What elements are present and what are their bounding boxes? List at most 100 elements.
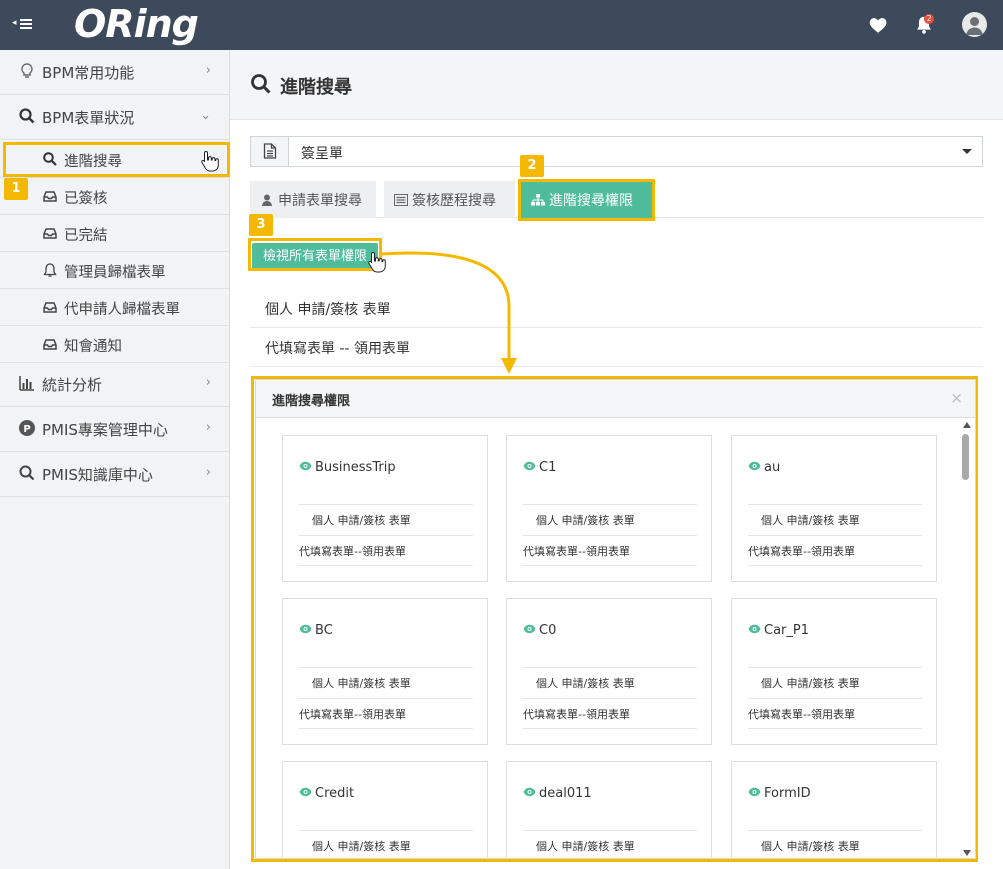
user-icon	[262, 194, 272, 206]
sidebar-subitem-notify[interactable]: 知會通知	[0, 326, 229, 363]
card-name: BusinessTrip	[315, 460, 396, 475]
card-title: deal011	[523, 786, 592, 801]
top-navbar: ◂ ORing 2	[0, 0, 1003, 50]
sidebar-subitem-signed[interactable]: 已簽核	[0, 178, 229, 215]
inbox-icon	[43, 339, 57, 350]
svg-text:P: P	[23, 424, 30, 435]
divider	[748, 728, 922, 729]
close-icon[interactable]: ×	[950, 389, 963, 407]
list-item-label: 個人 申請/簽核 表單	[265, 302, 391, 318]
divider	[523, 728, 697, 729]
card-name: C1	[539, 460, 557, 475]
sidebar-item-bpm-form-status[interactable]: BPM表單狀況 ⌄	[0, 95, 229, 140]
user-avatar-icon[interactable]	[962, 12, 987, 37]
heart-icon[interactable]	[868, 14, 890, 36]
eye-icon	[748, 461, 761, 471]
p-circle-icon: P	[19, 420, 35, 436]
sidebar-item-label: 統計分析	[42, 376, 103, 394]
card-item: 個人 申請/簽核 表單	[536, 840, 635, 853]
card-item: 個人 申請/簽核 表單	[761, 840, 860, 853]
divider	[748, 667, 922, 668]
tab-sign-history-search[interactable]: 簽核歷程搜尋	[384, 181, 515, 218]
card-item: 代填寫表單--領用表單	[748, 708, 855, 721]
card-title: C0	[523, 623, 556, 638]
notification-badge: 2	[924, 14, 934, 24]
sidebar-subitem-label: 已完結	[64, 228, 108, 244]
eye-icon	[748, 787, 761, 797]
card-title: FormID	[748, 786, 811, 801]
sidebar-subitem-proxy-archive[interactable]: 代申請人歸檔表單	[0, 289, 229, 326]
sidebar-item-pmis-knowledge[interactable]: PMIS知識庫中心 ›	[0, 452, 229, 497]
card-item: 個人 申請/簽核 表單	[312, 677, 411, 690]
divider	[748, 698, 922, 699]
lightbulb-icon	[21, 63, 33, 78]
callout-number-1: 1	[4, 178, 28, 200]
inbox-icon	[43, 302, 57, 313]
callout-highlight-3	[248, 238, 382, 271]
scroll-thumb[interactable]	[962, 434, 969, 480]
permission-card: deal011 個人 申請/簽核 表單	[506, 761, 712, 858]
inbox-icon	[43, 228, 57, 239]
divider	[523, 698, 697, 699]
sidebar-item-label: PMIS專案管理中心	[42, 421, 168, 439]
sidebar-item-statistics[interactable]: 統計分析 ›	[0, 362, 229, 407]
eye-icon	[299, 461, 312, 471]
sidebar-item-pmis-project[interactable]: P PMIS專案管理中心 ›	[0, 407, 229, 452]
card-name: FormID	[764, 786, 811, 801]
tab-label: 申請表單搜尋	[278, 193, 362, 209]
sidebar-subitem-admin-archive[interactable]: 管理員歸檔表單	[0, 252, 229, 289]
chevron-right-icon: ›	[205, 375, 211, 390]
permission-card: Credit 個人 申請/簽核 表單	[282, 761, 488, 858]
eye-icon	[748, 624, 761, 634]
permission-card: C1 個人 申請/簽核 表單 代填寫表單--領用表單	[506, 435, 712, 582]
eye-icon	[523, 624, 536, 634]
tab-application-search[interactable]: 申請表單搜尋	[250, 181, 376, 218]
sidebar-item-label: BPM表單狀況	[42, 109, 135, 127]
divider	[523, 830, 697, 831]
sidebar-item-bpm-common[interactable]: BPM常用功能 ›	[0, 50, 229, 95]
list-item: 個人 申請/簽核 表單	[250, 289, 983, 328]
divider	[299, 504, 473, 505]
divider	[299, 535, 473, 536]
card-title: Credit	[299, 786, 354, 801]
card-item: 個人 申請/簽核 表單	[536, 514, 635, 527]
form-type-select[interactable]: 簽呈單	[250, 136, 983, 167]
callout-highlight-2	[518, 179, 655, 221]
card-title: BC	[299, 623, 333, 638]
callout-number-3: 3	[249, 214, 273, 236]
card-name: Credit	[315, 786, 355, 801]
permission-card: BusinessTrip 個人 申請/簽核 表單 代填寫表單--領用表單	[282, 435, 488, 582]
callout-highlight-1	[3, 142, 230, 177]
scroll-down-arrow-icon[interactable]	[963, 850, 971, 856]
eye-icon	[299, 624, 312, 634]
chevron-right-icon: ›	[205, 420, 211, 435]
sidebar-subitem-completed[interactable]: 已完結	[0, 215, 229, 252]
sidebar-toggle-button[interactable]: ◂	[12, 15, 36, 35]
modal-scrollbar[interactable]	[959, 418, 975, 858]
eye-icon	[299, 787, 312, 797]
sidebar-subitem-label: 已簽核	[64, 191, 108, 207]
callout-number-2: 2	[520, 155, 544, 177]
bar-chart-icon	[19, 376, 34, 391]
callout-arrow	[381, 251, 517, 374]
card-title: BusinessTrip	[299, 460, 396, 475]
hamburger-icon	[20, 19, 32, 29]
card-item: 代填寫表單--領用表單	[299, 545, 406, 558]
divider	[748, 830, 922, 831]
divider	[523, 535, 697, 536]
list-icon	[394, 194, 408, 206]
card-item: 代填寫表單--領用表單	[523, 708, 630, 721]
divider	[748, 565, 922, 566]
page-title: 進階搜尋	[280, 77, 352, 98]
inbox-icon	[43, 191, 57, 202]
card-name: C0	[539, 623, 557, 638]
chevron-right-icon: ›	[205, 63, 211, 78]
scroll-up-arrow-icon[interactable]	[963, 422, 971, 428]
oring-logo[interactable]: ORing	[74, 2, 216, 46]
card-item: 個人 申請/簽核 表單	[312, 840, 411, 853]
sidebar-subitem-label: 管理員歸檔表單	[64, 265, 166, 281]
search-icon	[19, 465, 35, 481]
divider	[299, 667, 473, 668]
card-title: au	[748, 460, 780, 475]
search-icon	[251, 74, 271, 94]
